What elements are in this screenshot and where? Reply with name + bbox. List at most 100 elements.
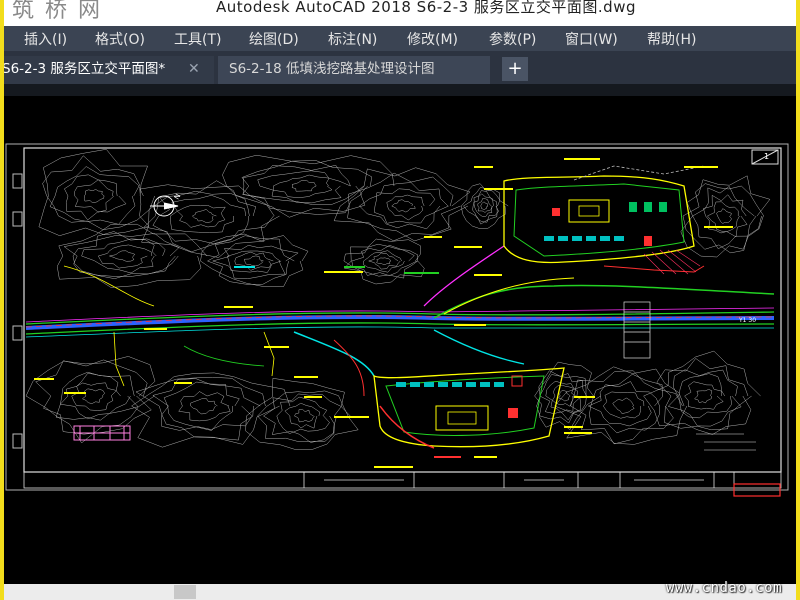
hatched-area (643, 249, 701, 275)
sheet-number: 1 (764, 152, 769, 161)
annotation-mark (564, 426, 583, 428)
contour-line (678, 373, 733, 419)
menu-bar: 插入(I) 格式(O) 工具(T) 绘图(D) 标注(N) 修改(M) 参数(P… (4, 26, 796, 51)
contour-line (716, 208, 732, 224)
contour-line (291, 179, 317, 192)
contour-line (176, 204, 226, 228)
contour-line (35, 359, 152, 435)
contour-line (178, 391, 231, 422)
contour-line (152, 378, 261, 431)
annotation-mark (474, 274, 502, 276)
contour-line (38, 149, 169, 236)
contour-line (25, 356, 156, 444)
scrollbar-thumb[interactable] (174, 585, 196, 599)
contour-line (81, 388, 105, 404)
contour-line (643, 350, 761, 435)
annotation-mark (374, 466, 413, 468)
drawing-notes (696, 433, 756, 451)
site-watermark-top: 筑 桥 网 (12, 0, 102, 23)
contour-line (211, 245, 295, 279)
new-tab-plus-icon[interactable]: + (502, 57, 528, 81)
contour-line (56, 223, 208, 288)
north-label: N (173, 192, 183, 201)
contour-line (206, 235, 299, 285)
contour-line (42, 155, 155, 230)
contour-line (587, 381, 660, 427)
north-service-area (503, 165, 705, 275)
contour-line (227, 250, 282, 273)
contour-line (375, 257, 392, 265)
menu-help[interactable]: 帮助(H) (647, 29, 696, 49)
tab-service-area-interchange-plan[interactable]: S6-2-3 服务区立交平面图* ✕ (4, 56, 214, 84)
contour-line (373, 188, 441, 224)
south-service-area (373, 367, 565, 449)
annotation-mark (564, 432, 592, 434)
tab-subgrade-treatment-design[interactable]: S6-2-18 低填浅挖路基处理设计图 (218, 56, 490, 84)
annotation-mark (484, 188, 513, 190)
contour-line (64, 174, 127, 221)
left-scale-markers (12, 173, 23, 449)
title-bar: 筑 桥 网 Autodesk AutoCAD 2018 S6-2-3 服务区立交… (4, 0, 796, 26)
annotation-mark (454, 246, 482, 248)
menu-window[interactable]: 窗口(W) (565, 29, 618, 49)
annotation-mark (174, 382, 192, 384)
drawing-canvas[interactable]: 1 N Y1 30 (4, 96, 796, 584)
tab-strip-border (4, 84, 796, 96)
annotation-mark (434, 456, 461, 458)
annotation-mark (334, 416, 369, 418)
annotation-mark (324, 271, 363, 273)
annotation-mark (474, 166, 493, 168)
annotation-mark (424, 236, 442, 238)
annotation-mark (144, 328, 167, 330)
contour-line (480, 201, 489, 210)
annotation-mark (474, 456, 497, 458)
contour-line (284, 402, 320, 429)
menu-tools[interactable]: 工具(T) (174, 29, 221, 49)
contour-line (367, 252, 401, 270)
contour-line (257, 170, 351, 204)
contour-line (612, 397, 635, 414)
contour-line (190, 398, 218, 415)
autocad-window: 筑 桥 网 Autodesk AutoCAD 2018 S6-2-3 服务区立交… (4, 0, 796, 600)
tab-label: S6-2-18 低填浅挖路基处理设计图 (229, 61, 435, 77)
cross-section-detail (73, 425, 131, 441)
parking-blocks-north (544, 236, 624, 241)
window-title: Autodesk AutoCAD 2018 S6-2-3 服务区立交平面图.dw… (216, 0, 636, 16)
menu-dimension[interactable]: 标注(N) (328, 29, 377, 49)
contour-line (135, 377, 266, 441)
station-label: Y1 30 (738, 317, 756, 324)
close-icon[interactable]: ✕ (188, 56, 200, 82)
contour-line (263, 393, 342, 443)
menu-modify[interactable]: 修改(M) (407, 29, 458, 49)
annotation-mark (64, 392, 86, 394)
contour-line (97, 244, 153, 269)
contour-line (243, 255, 264, 267)
sheet-index-box: 1 (751, 149, 779, 165)
annotation-mark (264, 346, 289, 348)
annotation-mark (224, 306, 253, 308)
contour-line (273, 174, 333, 199)
annotation-mark (344, 266, 365, 268)
contour-line (191, 209, 217, 223)
contour-line (684, 381, 724, 410)
north-arrow-icon: N (150, 192, 183, 217)
menu-parametric[interactable]: 参数(P) (489, 29, 536, 49)
bridge-structure (623, 301, 651, 359)
parking-blocks-south (396, 382, 504, 387)
menu-format[interactable]: 格式(O) (95, 29, 145, 49)
contour-line (71, 382, 118, 411)
annotation-mark (294, 376, 318, 378)
cad-drawing: 1 N Y1 30 (5, 143, 789, 497)
contour-line (72, 231, 176, 279)
contour-line (152, 191, 250, 244)
title-block (23, 471, 782, 489)
main-highway: Y1 30 (25, 307, 775, 338)
contour-line (55, 371, 139, 421)
menu-draw[interactable]: 绘图(D) (249, 29, 299, 49)
contour-line (59, 372, 131, 420)
contour-line (589, 373, 663, 434)
contour-line (703, 194, 748, 238)
annotation-mark (574, 396, 595, 398)
menu-insert[interactable]: 插入(I) (24, 29, 67, 49)
annotation-mark (704, 226, 733, 228)
